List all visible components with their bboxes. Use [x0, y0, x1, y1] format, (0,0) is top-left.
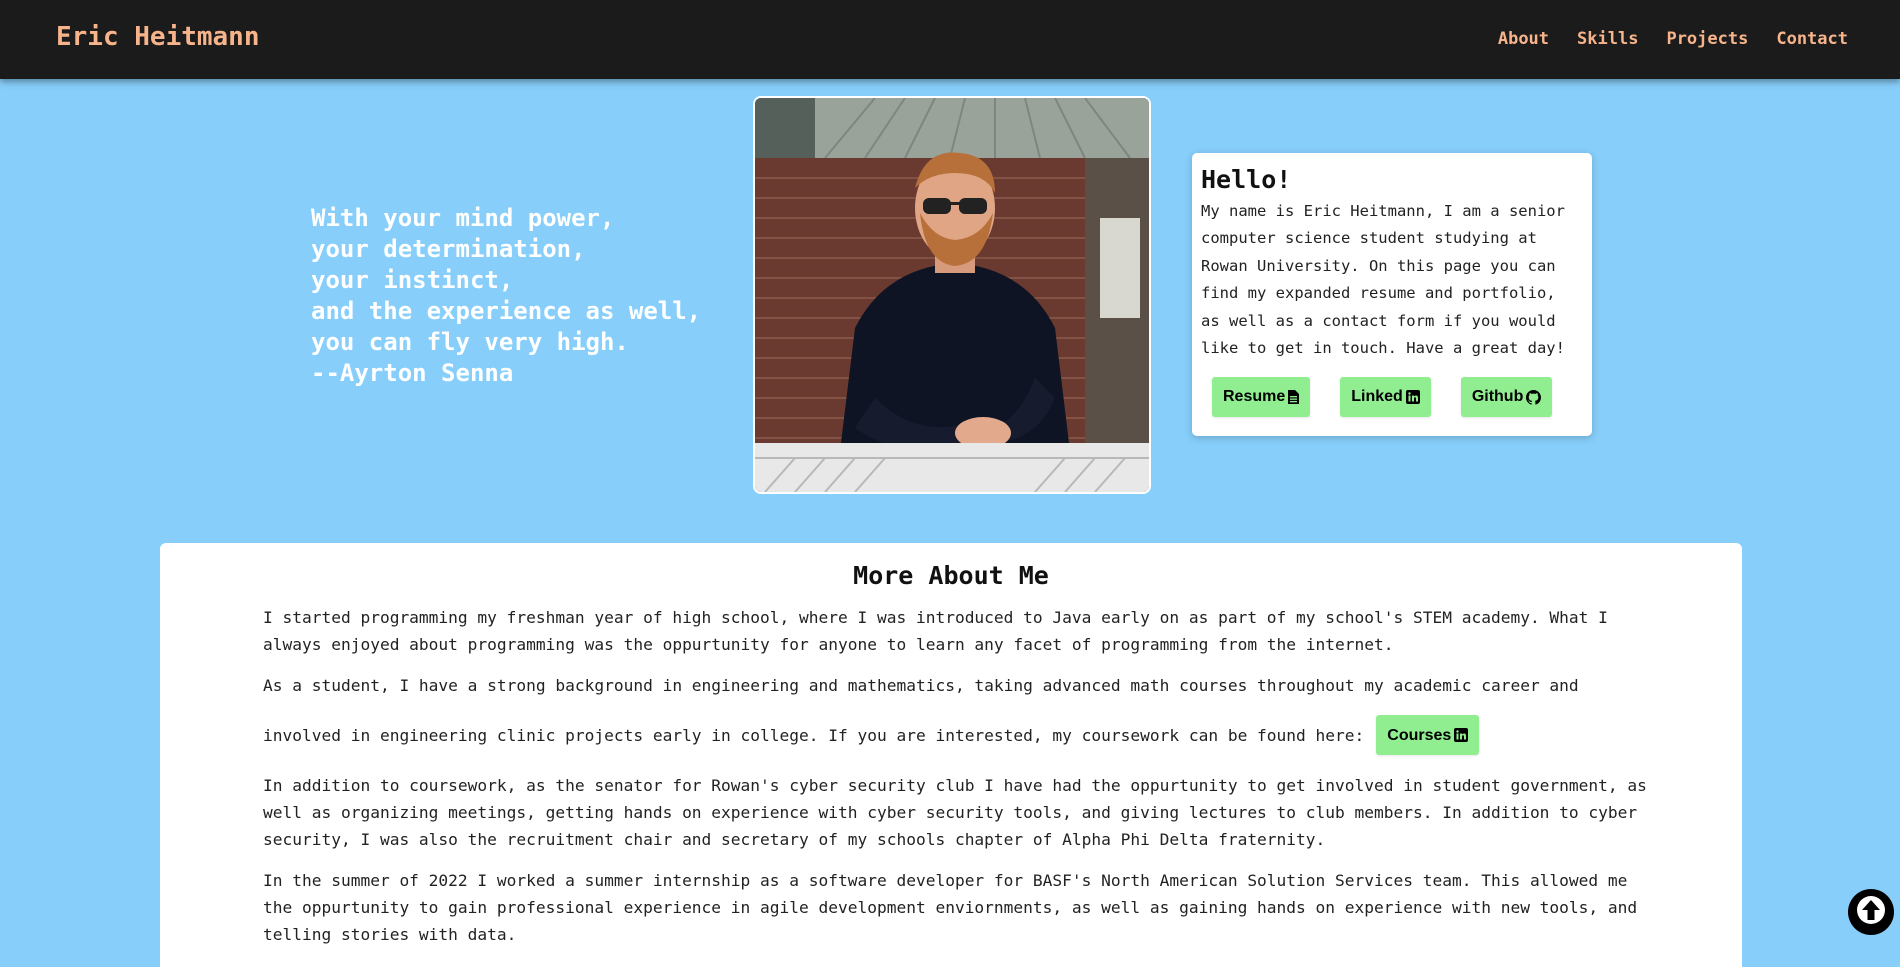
- paragraph-line: involved in engineering clinic projects …: [263, 725, 1365, 745]
- hello-card: Hello! My name is Eric Heitmann, I am a …: [1192, 153, 1592, 436]
- navbar: Eric Heitmann About Skills Projects Cont…: [0, 0, 1900, 79]
- quote-line: your instinct,: [311, 266, 514, 294]
- hello-line: find my expanded resume and portfolio,: [1201, 284, 1556, 303]
- paragraph-line: In addition to coursework, as the senato…: [263, 776, 1647, 795]
- linkedin-icon: [1405, 390, 1420, 404]
- hello-text: My name is Eric Heitmann, I am a senior …: [1201, 198, 1583, 362]
- about-title: More About Me: [853, 561, 1049, 590]
- courses-label: Courses: [1387, 726, 1452, 744]
- quote-line: your determination,: [311, 235, 586, 263]
- scroll-to-top-button[interactable]: [1848, 889, 1894, 935]
- arrow-up-icon: [1856, 895, 1886, 929]
- hello-line: Rowan University. On this page you can: [1201, 256, 1556, 275]
- quote-line: you can fly very high.: [311, 328, 629, 356]
- paragraph-line: the oppurtunity to gain professional exp…: [263, 898, 1638, 917]
- about-paragraph-1: I started programming my freshman year o…: [263, 604, 1653, 658]
- hello-line: as well as a contact form if you would: [1201, 311, 1556, 330]
- brand-link[interactable]: Eric Heitmann: [56, 22, 260, 52]
- nav-links: About Skills Projects Contact: [1470, 29, 1848, 49]
- hello-line: My name is Eric Heitmann, I am a senior: [1201, 202, 1565, 220]
- about-paragraph-2: As a student, I have a strong background…: [263, 672, 1653, 755]
- paragraph-line: security, I was also the recruitment cha…: [263, 830, 1326, 849]
- about-paragraph-4: In the summer of 2022 I worked a summer …: [263, 867, 1653, 948]
- quote-line: and the experience as well,: [311, 297, 702, 325]
- about-section: More About Me I started programming my f…: [160, 543, 1742, 967]
- resume-button[interactable]: Resume: [1212, 377, 1311, 417]
- nav-link-projects[interactable]: Projects: [1666, 29, 1748, 49]
- profile-photo: [753, 96, 1151, 494]
- github-label: Github: [1471, 388, 1524, 405]
- quote-author: --Ayrton Senna: [311, 359, 514, 387]
- quote-line: With your mind power,: [311, 204, 615, 232]
- github-icon: [1526, 389, 1542, 405]
- paragraph-line: In the summer of 2022 I worked a summer …: [263, 871, 1628, 890]
- hello-line: computer science student studying at: [1201, 229, 1537, 248]
- hello-buttons: Resume Linked Github: [1212, 377, 1582, 417]
- paragraph-line: always enjoyed about programming was the…: [263, 635, 1394, 654]
- file-icon: [1288, 390, 1300, 404]
- resume-label: Resume: [1223, 388, 1286, 405]
- nav-link-contact[interactable]: Contact: [1776, 29, 1848, 49]
- hello-title: Hello!: [1201, 165, 1292, 194]
- hello-line: like to get in touch. Have a great day!: [1201, 339, 1565, 358]
- nav-link-about[interactable]: About: [1498, 29, 1549, 49]
- github-button[interactable]: Github: [1460, 377, 1553, 417]
- courses-button[interactable]: Courses: [1376, 715, 1480, 755]
- paragraph-line: well as organizing meetings, getting han…: [263, 803, 1638, 822]
- about-paragraph-3: In addition to coursework, as the senato…: [263, 772, 1653, 853]
- paragraph-line: I started programming my freshman year o…: [263, 608, 1608, 627]
- linkedin-label: Linked: [1351, 388, 1403, 405]
- hero-quote: With your mind power, your determination…: [311, 203, 701, 389]
- paragraph-line: As a student, I have a strong background…: [263, 676, 1579, 695]
- paragraph-line: telling stories with data.: [263, 925, 517, 944]
- nav-link-skills[interactable]: Skills: [1577, 29, 1638, 49]
- linkedin-icon: [1454, 728, 1469, 742]
- paragraph-line-with-button: involved in engineering clinic projects …: [263, 715, 1653, 755]
- linkedin-button[interactable]: Linked: [1340, 377, 1431, 417]
